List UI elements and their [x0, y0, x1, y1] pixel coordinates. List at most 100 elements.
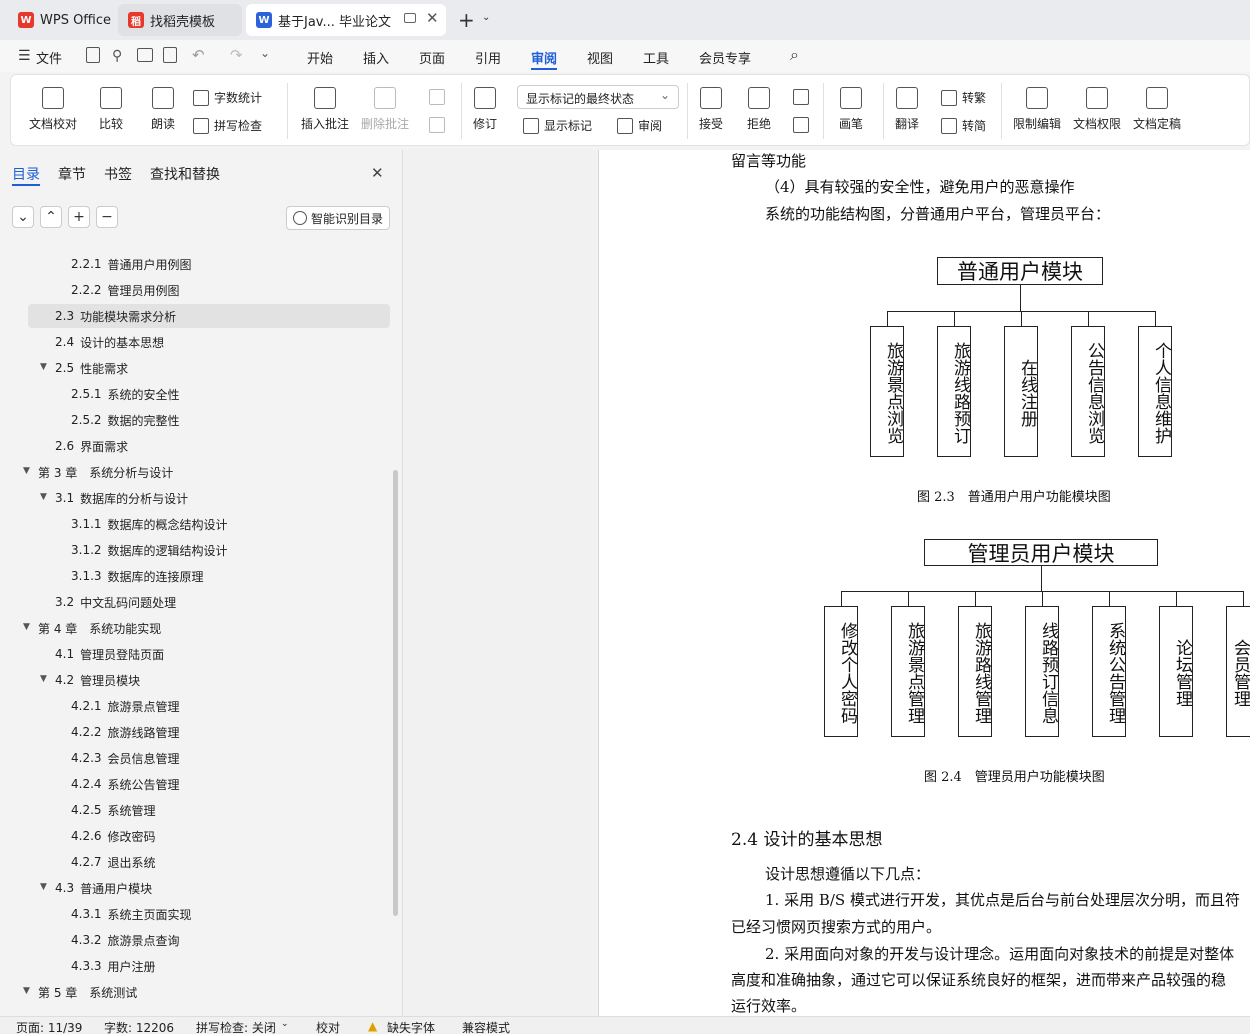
toc-item[interactable]: ▼ 第 5 章系统测试	[23, 980, 137, 1004]
missing-font-status[interactable]: 缺失字体	[387, 1019, 435, 1034]
to-traditional-button[interactable]: 转繁	[941, 89, 986, 106]
redo-icon[interactable]: ↷	[230, 46, 243, 64]
toc-item[interactable]: ▼ 4.3 普通用户模块	[40, 876, 152, 900]
word-count-button[interactable]: 字数统计	[193, 89, 262, 106]
toc-item[interactable]: 4.1 管理员登陆页面	[55, 642, 164, 666]
doc-permission-button[interactable]: 文档权限	[1073, 87, 1121, 132]
compat-mode-status[interactable]: 兼容模式	[462, 1019, 510, 1034]
toc-item[interactable]: 2.2.2 管理员用例图	[71, 278, 180, 302]
markup-state-select[interactable]: 显示标记的最终状态 ⌄	[517, 85, 679, 109]
menu-review[interactable]: 审阅	[531, 48, 557, 67]
expand-up-icon[interactable]: ⌃	[40, 206, 62, 228]
translate-button[interactable]: 翻译	[895, 87, 919, 132]
menu-page[interactable]: 页面	[419, 48, 445, 67]
undo-icon[interactable]: ↶	[192, 46, 205, 64]
toc-scrollbar[interactable]	[393, 470, 398, 916]
toc-item[interactable]: 4.3.1 系统主页面实现	[71, 902, 192, 926]
next-revision-button[interactable]	[793, 117, 814, 133]
expand-triangle-icon[interactable]: ▼	[23, 622, 30, 632]
prev-comment-button[interactable]	[429, 89, 450, 105]
menu-references[interactable]: 引用	[475, 48, 501, 67]
menu-tools[interactable]: 工具	[643, 48, 669, 67]
expand-triangle-icon[interactable]: ▼	[23, 466, 30, 476]
proofread-status[interactable]: 校对	[316, 1019, 340, 1034]
read-aloud-button[interactable]: 朗读	[151, 87, 175, 132]
toc-item[interactable]: 2.5.1 系统的安全性	[71, 382, 180, 406]
pen-button[interactable]: 画笔	[839, 87, 863, 132]
spell-check-button[interactable]: 拼写检查	[193, 117, 262, 134]
reject-button[interactable]: 拒绝	[747, 87, 771, 132]
close-tab-icon[interactable]: ✕	[426, 9, 439, 27]
toc-item[interactable]: 2.4 设计的基本思想	[55, 330, 164, 354]
add-heading-icon[interactable]: +	[68, 206, 90, 228]
page-indicator[interactable]: 页面: 11/39	[16, 1019, 82, 1034]
toc-item[interactable]: ▼ 4.2 管理员模块	[40, 668, 140, 692]
toc-item[interactable]: 4.3.3 用户注册	[71, 954, 156, 978]
save-icon[interactable]	[86, 47, 100, 63]
next-comment-button[interactable]	[429, 117, 450, 133]
document-page[interactable]: 留言等功能 （4）具有较强的安全性，避免用户的恶意操作 系统的功能结构图，分普通…	[598, 150, 1250, 1016]
delete-comment-button[interactable]: 删除批注	[361, 87, 409, 132]
tab-find-replace[interactable]: 查找和替换	[150, 164, 220, 184]
toc-item[interactable]: 4.2.2 旅游线路管理	[71, 720, 180, 744]
compare-button[interactable]: 比较	[99, 87, 123, 132]
tab-list-chevron-icon[interactable]: ⌄	[482, 12, 490, 23]
toc-item[interactable]: ▼ 第 3 章系统分析与设计	[23, 460, 173, 484]
prev-revision-button[interactable]	[793, 89, 814, 105]
toc-item[interactable]: 3.2 中文乱码问题处理	[55, 590, 176, 614]
toc-item[interactable]: ▼ 3.1 数据库的分析与设计	[40, 486, 188, 510]
toc-item[interactable]: ▼ 第 4 章系统功能实现	[23, 616, 161, 640]
menu-start[interactable]: 开始	[307, 48, 333, 67]
accept-button[interactable]: 接受	[699, 87, 723, 132]
tab-toc[interactable]: 目录	[12, 164, 40, 184]
expand-triangle-icon[interactable]: ▼	[40, 362, 47, 372]
tab-docer[interactable]: 稻 找稻壳模板	[118, 4, 242, 36]
toc-item[interactable]: 4.2.6 修改密码	[71, 824, 156, 848]
toc-item[interactable]: 4.3.2 旅游景点查询	[71, 928, 180, 952]
toc-item[interactable]: 4.2.3 会员信息管理	[71, 746, 180, 770]
menu-insert[interactable]: 插入	[363, 48, 389, 67]
doc-finalize-button[interactable]: 文档定稿	[1133, 87, 1181, 132]
toc-item[interactable]: 2.6 界面需求	[55, 434, 128, 458]
pin-window-icon[interactable]	[404, 13, 416, 23]
print-icon[interactable]	[137, 48, 153, 62]
expand-triangle-icon[interactable]: ▼	[40, 882, 47, 892]
share-icon[interactable]: ⚲	[112, 48, 122, 64]
collapse-all-icon[interactable]: ⌄	[12, 206, 34, 228]
toc-item[interactable]: ▼ 2.5 性能需求	[40, 356, 128, 380]
remove-heading-icon[interactable]: −	[96, 206, 118, 228]
menu-member[interactable]: 会员专享	[699, 48, 751, 67]
word-count-indicator[interactable]: 字数: 12206	[104, 1019, 174, 1034]
print-preview-icon[interactable]	[163, 47, 177, 63]
toc-item[interactable]: 2.2.1 普通用户用例图	[71, 252, 192, 276]
close-panel-icon[interactable]: ✕	[371, 164, 384, 182]
toc-item[interactable]: 2.3 功能模块需求分析	[28, 304, 390, 328]
doc-check-button[interactable]: 文档校对	[29, 87, 77, 132]
quick-access-chevron-icon[interactable]: ⌄	[260, 46, 270, 60]
toc-item[interactable]: 4.2.1 旅游景点管理	[71, 694, 180, 718]
insert-comment-button[interactable]: 插入批注	[301, 87, 349, 132]
tab-wps-office[interactable]: W WPS Office	[8, 4, 114, 36]
expand-triangle-icon[interactable]: ▼	[40, 492, 47, 502]
search-icon[interactable]: ⌕	[790, 45, 799, 65]
restrict-edit-button[interactable]: 限制编辑	[1013, 87, 1061, 132]
toc-item[interactable]: 4.2.5 系统管理	[71, 798, 156, 822]
tab-document[interactable]: W 基于Jav... 毕业论文 ✕	[246, 4, 446, 36]
to-simplified-button[interactable]: 转简	[941, 117, 986, 134]
toc-item[interactable]: 3.1.1 数据库的概念结构设计	[71, 512, 228, 536]
spell-check-status[interactable]: 拼写检查: 关闭	[196, 1019, 276, 1034]
tab-bookmarks[interactable]: 书签	[104, 164, 132, 184]
menu-file[interactable]: 文件	[36, 48, 62, 67]
toc-item[interactable]: 2.5.2 数据的完整性	[71, 408, 180, 432]
toc-item[interactable]: 3.1.3 数据库的连接原理	[71, 564, 204, 588]
review-pane-button[interactable]: 审阅	[617, 117, 662, 134]
show-markup-button[interactable]: 显示标记	[523, 117, 592, 134]
expand-triangle-icon[interactable]: ▼	[23, 986, 30, 996]
revise-button[interactable]: 修订	[473, 87, 497, 132]
smart-toc-button[interactable]: 智能识别目录	[286, 206, 390, 230]
toc-item[interactable]: 4.2.7 退出系统	[71, 850, 156, 874]
toc-item[interactable]: 4.2.4 系统公告管理	[71, 772, 180, 796]
toc-item[interactable]: 3.1.2 数据库的逻辑结构设计	[71, 538, 228, 562]
hamburger-icon[interactable]: ☰	[18, 48, 31, 64]
tab-chapters[interactable]: 章节	[58, 164, 86, 184]
